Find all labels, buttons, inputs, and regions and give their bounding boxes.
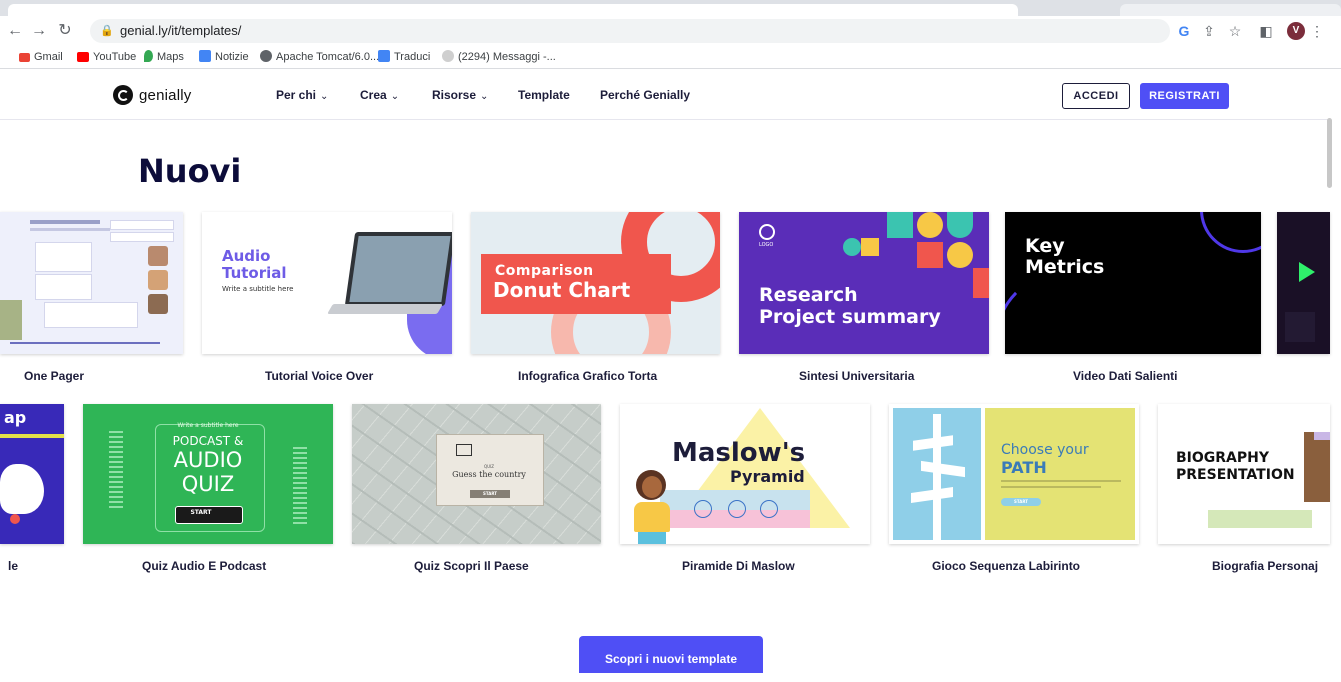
- bookmark-tomcat[interactable]: Apache Tomcat/6.0....: [260, 49, 382, 65]
- card-label[interactable]: Biografia Personaj: [1212, 559, 1330, 573]
- site-header: genially Per chi ⌄ Crea ⌄ Risorse ⌄ Templat…: [0, 69, 1330, 120]
- sidepanel-icon[interactable]: ◧: [1258, 22, 1274, 40]
- card-label[interactable]: Infografica Grafico Torta: [518, 369, 657, 383]
- laptop-illustration: [344, 232, 452, 306]
- template-card-key-metrics[interactable]: Key Metrics: [1005, 212, 1261, 354]
- trophy-icon: [694, 500, 712, 518]
- template-card-donut-chart[interactable]: Comparison Donut Chart: [471, 212, 720, 354]
- scale-icon: [760, 500, 778, 518]
- star-icon[interactable]: ☆: [1227, 22, 1243, 40]
- template-card-biography[interactable]: BIOGRAPHY PRESENTATION: [1158, 404, 1330, 544]
- inactive-tab[interactable]: [1120, 4, 1341, 16]
- template-card-choose-path[interactable]: Choose your PATH START: [889, 404, 1139, 544]
- translate-icon: [378, 50, 390, 62]
- back-arrow-icon[interactable]: ←: [6, 22, 24, 40]
- chat-icon: [442, 50, 454, 62]
- card-label[interactable]: One Pager: [24, 369, 84, 383]
- template-card-maslow[interactable]: Maslow's Pyramid: [620, 404, 870, 544]
- maps-pin-icon: [144, 50, 153, 62]
- chevron-down-icon: ⌄: [320, 91, 329, 102]
- nav-template[interactable]: Template: [518, 88, 570, 102]
- share-icon[interactable]: ⇪: [1201, 22, 1217, 40]
- bookmark-maps[interactable]: Maps: [144, 49, 184, 65]
- nav-risorse[interactable]: Risorse ⌄: [432, 88, 488, 102]
- reload-icon[interactable]: ↻: [56, 22, 74, 40]
- card-label[interactable]: Tutorial Voice Over: [265, 369, 373, 383]
- browser-toolbar: ← → ↻ 🔒 genial.ly/it/templates/ G ⇪ ☆ ◧ …: [0, 16, 1341, 46]
- template-card-one-pager[interactable]: [0, 212, 183, 354]
- card-label[interactable]: Piramide Di Maslow: [682, 559, 795, 573]
- nav-crea[interactable]: Crea ⌄: [360, 88, 399, 102]
- profile-avatar[interactable]: V: [1287, 22, 1305, 40]
- logo-icon: [759, 224, 775, 240]
- bookmark-gmail[interactable]: Gmail: [19, 49, 63, 65]
- card-label[interactable]: Quiz Audio E Podcast: [142, 559, 266, 573]
- card-label[interactable]: Gioco Sequenza Labirinto: [932, 559, 1080, 573]
- chevron-down-icon: ⌄: [480, 91, 489, 102]
- globe-icon: [260, 50, 272, 62]
- scrollbar-thumb[interactable]: [1327, 118, 1332, 188]
- google-icon[interactable]: G: [1176, 22, 1192, 40]
- template-card-guess-country[interactable]: QUIZ Guess the country START: [352, 404, 601, 544]
- template-card-partial[interactable]: [1277, 212, 1330, 354]
- card-label[interactable]: le: [8, 559, 18, 573]
- chart-icon: [728, 500, 746, 518]
- url-text: genial.ly/it/templates/: [120, 23, 242, 38]
- card-label[interactable]: Quiz Scopri Il Paese: [414, 559, 529, 573]
- nav-per-chi[interactable]: Per chi ⌄: [276, 88, 328, 102]
- section-title: Nuovi: [138, 152, 242, 190]
- active-tab[interactable]: [8, 4, 1018, 16]
- login-button[interactable]: ACCEDI: [1062, 83, 1130, 109]
- bookmark-notizie[interactable]: Notizie: [199, 49, 249, 65]
- forward-arrow-icon[interactable]: →: [30, 22, 48, 40]
- genially-logo[interactable]: genially: [113, 84, 191, 106]
- template-card-research[interactable]: LOGO Research Project summary: [739, 212, 989, 354]
- discover-templates-button[interactable]: Scopri i nuovi template: [579, 636, 763, 673]
- template-card-podcast-quiz[interactable]: Write a subtitle here PODCAST & AUDIO QU…: [83, 404, 333, 544]
- card-label[interactable]: Video Dati Salienti: [1073, 369, 1177, 383]
- chevron-down-icon: ⌄: [390, 91, 400, 102]
- news-icon: [199, 50, 211, 62]
- bookmark-youtube[interactable]: YouTube: [77, 49, 136, 65]
- gmail-icon: [19, 53, 30, 62]
- menu-dots-icon[interactable]: ⋮: [1310, 22, 1324, 40]
- bookmarks-bar: Gmail YouTube Maps Notizie Apache Tomcat…: [0, 46, 1341, 69]
- address-bar[interactable]: 🔒 genial.ly/it/templates/: [90, 19, 1170, 43]
- bookmark-traduci[interactable]: Traduci: [378, 49, 430, 65]
- template-card-tutorial-voice-over[interactable]: Audio Tutorial Write a subtitle here: [202, 212, 452, 354]
- register-button[interactable]: REGISTRATI: [1140, 83, 1229, 109]
- youtube-icon: [77, 52, 89, 62]
- nav-perche-genially[interactable]: Perché Genially: [600, 88, 690, 102]
- lock-icon: 🔒: [100, 25, 114, 37]
- stamp-icon: [456, 444, 472, 456]
- browser-tabstrip: [0, 0, 1341, 16]
- genially-logo-icon: [113, 85, 133, 105]
- bookmark-messaggi[interactable]: (2294) Messaggi -...: [442, 49, 556, 65]
- template-card-map-partial[interactable]: ap: [0, 404, 64, 544]
- card-label[interactable]: Sintesi Universitaria: [799, 369, 914, 383]
